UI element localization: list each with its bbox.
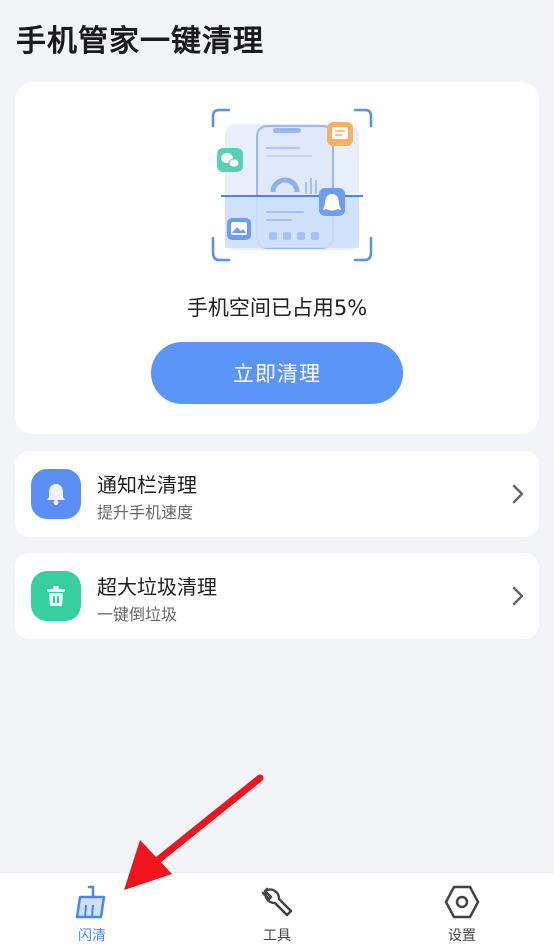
nav-tab-tools[interactable]: 工具 — [237, 883, 317, 945]
bell-icon — [31, 469, 81, 519]
hero-card: 手机空间已占用5% 立即清理 — [15, 82, 539, 434]
page-title: 手机管家一键清理 — [16, 24, 264, 59]
list-item-title: 超大垃圾清理 — [97, 575, 217, 599]
wrench-icon — [261, 887, 293, 917]
nav-label: 工具 — [263, 928, 291, 944]
list-item-subtitle: 提升手机速度 — [97, 503, 194, 522]
clean-now-button[interactable]: 立即清理 — [151, 342, 403, 404]
broom-icon — [75, 885, 106, 919]
phone-scan-illustration — [211, 108, 373, 262]
list-item-title: 通知栏清理 — [97, 473, 197, 497]
trash-icon — [31, 571, 81, 621]
chevron-right-icon — [512, 484, 524, 504]
large-junk-clean-item[interactable]: 超大垃圾清理 一键倒垃圾 — [15, 553, 539, 639]
notification-clean-item[interactable]: 通知栏清理 提升手机速度 — [15, 451, 539, 537]
list-item-subtitle: 一键倒垃圾 — [97, 605, 178, 624]
bottom-navigation: 闪清 工具 设置 — [0, 872, 554, 946]
nav-tab-flash-clean[interactable]: 闪清 — [52, 883, 132, 945]
nav-label: 设置 — [448, 928, 476, 944]
chevron-right-icon — [512, 586, 524, 606]
hexagon-gear-icon — [444, 885, 480, 919]
nav-label: 闪清 — [78, 928, 106, 944]
nav-tab-settings[interactable]: 设置 — [422, 883, 502, 945]
storage-usage-text: 手机空间已占用5% — [186, 296, 368, 320]
